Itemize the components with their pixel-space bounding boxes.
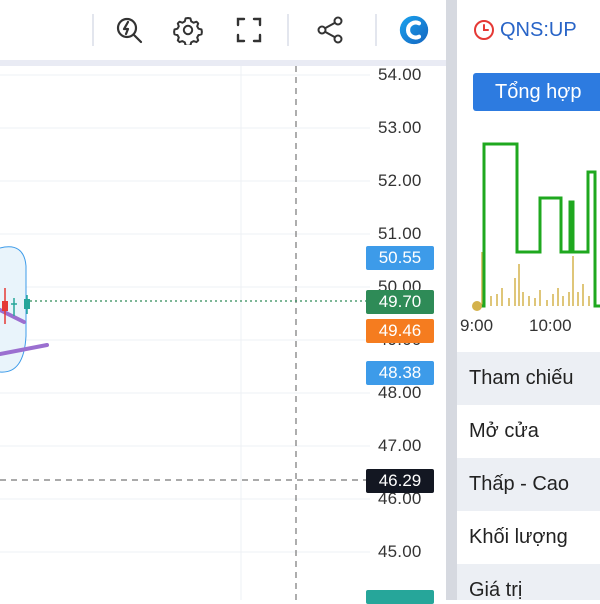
app-logo-icon[interactable]: [396, 12, 432, 48]
settings-icon[interactable]: [170, 12, 206, 48]
row-open-price: Mở cửa: [469, 420, 539, 442]
last-price-tag: 49.70: [366, 290, 434, 314]
symbol-title[interactable]: QNS:UP: [500, 19, 577, 42]
price-axis-label: 54.00: [378, 65, 422, 84]
price-axis-label: 52.00: [378, 171, 422, 190]
price-axis-label: 47.00: [378, 436, 422, 455]
row-reference-price: Tham chiếu: [457, 352, 600, 405]
time-axis-label: 9:00: [460, 316, 494, 335]
price-axis-label: 45.00: [378, 542, 422, 561]
crosshair-price-tag: 46.29: [366, 469, 434, 493]
row-value: Giá trị: [457, 564, 600, 600]
share-icon[interactable]: [312, 12, 348, 48]
low-price-tag: 48.38: [366, 361, 434, 385]
toolbar-separator: [375, 14, 377, 46]
high-price-tag: 50.55: [366, 246, 434, 270]
toolbar-separator: [287, 14, 289, 46]
panel-resize-handle[interactable]: [446, 0, 457, 600]
time-axis-label: 10:00: [529, 316, 572, 335]
tab-summary[interactable]: Tổng hợp: [473, 73, 600, 111]
quick-analysis-icon[interactable]: [111, 12, 147, 48]
clock-icon: [474, 20, 494, 40]
price-axis-label: 53.00: [378, 118, 422, 137]
toolbar-separator: [92, 14, 94, 46]
chart-toolbar: [0, 0, 446, 60]
price-axis-label: 48.00: [378, 383, 422, 402]
price-chart[interactable]: 54.00 53.00 52.00 51.00 50.00 49.00 48.0…: [0, 65, 446, 604]
row-low-high: Thấp - Cao: [457, 458, 600, 511]
quote-panel: QNS:UP Tổng hợp 9:00 10:00 Tham chiếu Mở…: [457, 0, 600, 600]
symbol-header: QNS:UP: [457, 0, 600, 60]
row-volume: Khối lượng: [469, 526, 568, 548]
price-axis-label: 51.00: [378, 224, 422, 243]
volume-tag: [366, 590, 434, 604]
reference-price-tag: 49.46: [366, 319, 434, 343]
fullscreen-icon[interactable]: [231, 12, 267, 48]
intraday-mini-chart: [472, 142, 600, 311]
